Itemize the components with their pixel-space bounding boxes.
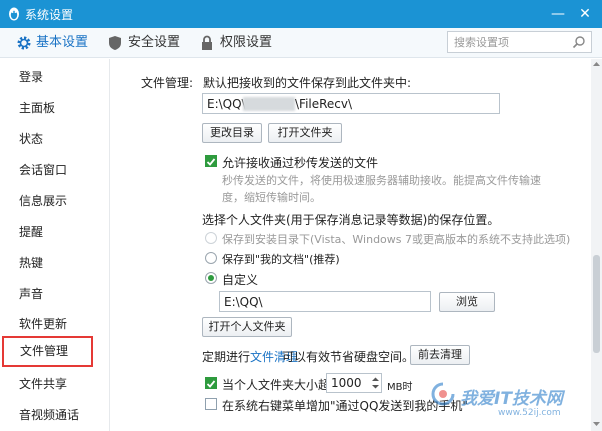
watermark-logo-icon xyxy=(431,382,455,406)
size-limit-input[interactable]: 1000 xyxy=(326,373,382,393)
search-box[interactable] xyxy=(447,31,592,53)
go-cleanup-button[interactable]: 前去清理 xyxy=(410,345,470,365)
sidebar-item-status[interactable]: 状态 xyxy=(0,124,110,155)
custom-path-field[interactable]: E:\QQ\ xyxy=(219,291,431,312)
sidebar-item-login[interactable]: 登录 xyxy=(0,62,110,93)
search-icon[interactable] xyxy=(572,35,586,49)
tab-basic-settings[interactable]: 基本设置 xyxy=(16,34,91,52)
sidebar-item-sound[interactable]: 声音 xyxy=(0,279,110,310)
scroll-down-icon[interactable] xyxy=(593,421,600,427)
path-suffix: \FileRecv\ xyxy=(295,97,353,111)
sidebar-item-info-display[interactable]: 信息展示 xyxy=(0,186,110,217)
watermark-text: 我爱IT技术网 xyxy=(460,389,563,409)
option-custom-label[interactable]: 自定义 xyxy=(222,271,258,288)
tab-label: 基本设置 xyxy=(36,35,89,50)
cleanup-suffix: 可以有效节省硬盘空间。 xyxy=(282,350,415,364)
scroll-up-icon[interactable] xyxy=(593,61,600,67)
cleanup-prefix: 定期进行 xyxy=(202,350,251,364)
window-title: 系统设置 xyxy=(25,8,74,22)
checkmark-icon xyxy=(206,380,216,388)
option-my-documents-label[interactable]: 保存到"我的文档"(推荐) xyxy=(222,251,340,267)
open-personal-folder-button[interactable]: 打开个人文件夹 xyxy=(202,317,292,337)
sidebar-item-reminder[interactable]: 提醒 xyxy=(0,217,110,248)
checkmark-icon xyxy=(206,158,216,166)
watermark-url: www.52ij.com xyxy=(498,408,561,418)
sidebar-item-hotkey[interactable]: 热键 xyxy=(0,248,110,279)
size-limit-value: 1000 xyxy=(331,376,362,390)
sidebar-item-main-panel[interactable]: 主面板 xyxy=(0,93,110,124)
tab-security-settings[interactable]: 安全设置 xyxy=(108,34,183,52)
custom-path-value: E:\QQ\ xyxy=(224,295,263,309)
receive-path-field[interactable]: E:\QQ\ \FileRecv\ xyxy=(202,93,500,114)
tab-label: 安全设置 xyxy=(128,35,181,50)
sidebar: 登录 主面板 状态 会话窗口 信息展示 提醒 热键 声音 软件更新 文件管理 文… xyxy=(0,59,110,431)
title-bar: 系统设置 — ✕ xyxy=(0,0,602,28)
instant-transfer-desc-line2: 度，缩短传输时间。 xyxy=(222,191,321,204)
radio-custom[interactable] xyxy=(205,272,217,284)
size-limit-checkbox[interactable] xyxy=(205,377,217,389)
option-install-dir-label: 保存到安装目录下(Vista、Windows 7或更高版本的系统不支持此选项) xyxy=(222,233,571,246)
radio-my-documents[interactable] xyxy=(205,252,217,264)
search-input[interactable] xyxy=(448,32,568,52)
sidebar-item-chat-window[interactable]: 会话窗口 xyxy=(0,155,110,186)
watermark: 我爱IT技术网 www.52ij.com xyxy=(430,376,590,426)
redacted-account xyxy=(243,97,295,111)
allow-instant-transfer-label[interactable]: 允许接收通过秒传发送的文件 xyxy=(222,154,378,171)
close-button[interactable]: ✕ xyxy=(575,4,595,24)
path-prefix: E:\QQ\ xyxy=(207,97,246,111)
personal-folder-description: 选择个人文件夹(用于保存消息记录等数据)的保存位置。 xyxy=(202,213,500,227)
sidebar-item-file-sharing[interactable]: 文件共享 xyxy=(0,369,110,400)
sidebar-item-file-management[interactable]: 文件管理 xyxy=(2,336,93,367)
shield-icon xyxy=(109,36,121,50)
tab-label: 权限设置 xyxy=(220,35,273,50)
scrollbar[interactable] xyxy=(591,59,602,431)
qq-penguin-icon xyxy=(9,7,19,21)
open-folder-button[interactable]: 打开文件夹 xyxy=(268,123,342,143)
save-folder-description: 默认把接收到的文件保存到此文件夹中: xyxy=(203,76,412,90)
minimize-button[interactable]: — xyxy=(548,4,568,24)
scrollbar-thumb[interactable] xyxy=(593,255,600,353)
section-label: 文件管理: xyxy=(141,76,194,90)
allow-instant-transfer-checkbox[interactable] xyxy=(205,155,217,167)
tab-permission-settings[interactable]: 权限设置 xyxy=(200,34,275,52)
size-limit-label[interactable]: 当个人文件夹大小超过 xyxy=(222,376,342,393)
browse-button[interactable]: 浏览 xyxy=(439,292,495,312)
change-directory-button[interactable]: 更改目录 xyxy=(202,123,262,143)
sidebar-item-av-call[interactable]: 音视频通话 xyxy=(0,400,110,431)
context-menu-checkbox[interactable] xyxy=(205,398,217,410)
radio-install-dir xyxy=(205,232,217,244)
spinner-arrows-icon[interactable] xyxy=(371,376,380,390)
lock-icon xyxy=(202,35,212,50)
gear-icon xyxy=(17,36,31,50)
size-limit-unit: MB时 xyxy=(387,382,413,393)
instant-transfer-desc-line1: 秒传发送的文件，将使用极速服务器辅助接收。能提高文件传输速 xyxy=(222,174,541,187)
